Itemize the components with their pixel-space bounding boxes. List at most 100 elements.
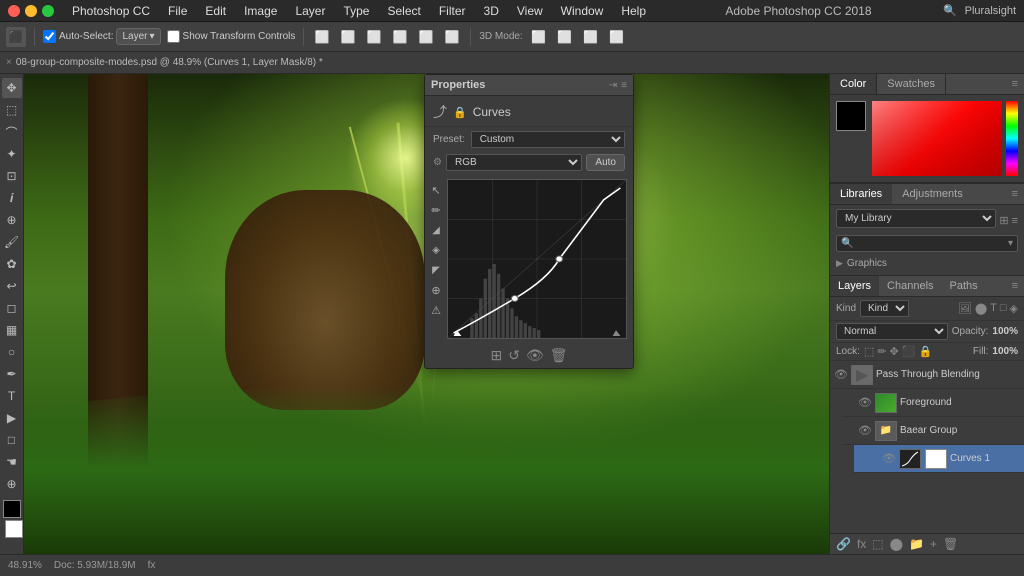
auto-select-checkbox[interactable] — [43, 30, 56, 43]
color-tab[interactable]: Color — [830, 74, 877, 94]
3d-slide-icon[interactable]: ⬜ — [581, 27, 601, 47]
grid-view-icon[interactable]: ⊞ — [999, 214, 1008, 227]
add-adjustment-icon[interactable]: ⬤ — [890, 537, 903, 551]
shape-tool[interactable]: □ — [2, 430, 22, 450]
filter-pixel-icon[interactable]: 🖼 — [958, 302, 972, 315]
search-icon[interactable]: 🔍 — [943, 4, 957, 17]
menu-edit[interactable]: Edit — [197, 2, 234, 20]
eyedropper-tool[interactable]: 𝒊 — [2, 188, 22, 208]
3d-rotate-icon[interactable]: ⬜ — [529, 27, 549, 47]
canvas-area[interactable]: Properties ⇥ ≡ ⤴ 🔒 Curves Preset: Custom… — [24, 74, 829, 554]
layer-eye-icon[interactable]: 👁 — [858, 396, 872, 410]
history-brush-tool[interactable]: ↩ — [2, 276, 22, 296]
background-color[interactable] — [5, 520, 23, 538]
curves-sample-tool[interactable]: ⊕ — [427, 281, 445, 299]
menu-select[interactable]: Select — [379, 2, 428, 20]
align-center-h-icon[interactable]: ⬜ — [338, 27, 358, 47]
dodge-tool[interactable]: ○ — [2, 342, 22, 362]
menu-view[interactable]: View — [509, 2, 551, 20]
hue-bar[interactable] — [1006, 101, 1018, 176]
menu-file[interactable]: File — [160, 2, 195, 20]
align-right-icon[interactable]: ⬜ — [364, 27, 384, 47]
foreground-color[interactable] — [3, 500, 21, 518]
curves-channel-icon[interactable]: ⊞ — [490, 347, 502, 364]
3d-pan-icon[interactable]: ⬜ — [555, 27, 575, 47]
path-select-tool[interactable]: ▶ — [2, 408, 22, 428]
foreground-swatch[interactable] — [836, 101, 866, 131]
align-center-v-icon[interactable]: ⬜ — [416, 27, 436, 47]
color-saturation-field[interactable] — [872, 101, 1002, 176]
tab-close-btn[interactable]: × — [6, 57, 12, 68]
expand-icon[interactable]: ⇥ — [609, 80, 617, 91]
rect-select-tool[interactable]: ⬚ — [2, 100, 22, 120]
3d-scale-icon[interactable]: ⬜ — [607, 27, 627, 47]
curves-canvas[interactable] — [447, 179, 627, 339]
lock-all-icon[interactable]: 🔒 — [918, 345, 932, 358]
filter-type-icon[interactable]: T — [990, 302, 997, 315]
filter-adj-icon[interactable]: ⬤ — [975, 302, 987, 315]
lock-artboard-icon[interactable]: ⬛ — [902, 345, 916, 358]
layers-panel-menu[interactable]: ≡ — [1006, 276, 1024, 296]
layer-item[interactable]: 👁 Foreground — [842, 389, 1024, 417]
curves-reset-icon[interactable]: ↺ — [508, 347, 520, 364]
align-bottom-icon[interactable]: ⬜ — [442, 27, 462, 47]
add-link-icon[interactable]: 🔗 — [836, 537, 851, 551]
layer-dropdown[interactable]: Layer ▾ — [116, 28, 160, 45]
layer-eye-icon[interactable]: 👁 — [834, 368, 848, 382]
menu-help[interactable]: Help — [613, 2, 654, 20]
channel-select[interactable]: RGB Red Green Blue — [446, 154, 582, 171]
blend-mode-select[interactable]: Normal Multiply Screen — [836, 323, 948, 340]
filter-smart-icon[interactable]: ◈ — [1010, 302, 1018, 315]
minimize-button[interactable] — [25, 5, 37, 17]
add-layer-icon[interactable]: + — [930, 537, 937, 551]
auto-select-check[interactable]: Auto-Select: Layer ▾ — [43, 28, 161, 45]
adjustments-tab[interactable]: Adjustments — [892, 184, 973, 204]
swatches-tab[interactable]: Swatches — [877, 74, 946, 94]
layer-fx-icon[interactable]: fx — [857, 537, 866, 551]
lasso-tool[interactable]: ⌒ — [2, 122, 22, 142]
transform-check[interactable]: Show Transform Controls — [167, 30, 296, 43]
hand-tool[interactable]: ☚ — [2, 452, 22, 472]
maximize-button[interactable] — [42, 5, 54, 17]
clone-stamp-tool[interactable]: ✿ — [2, 254, 22, 274]
menu-filter[interactable]: Filter — [431, 2, 474, 20]
list-view-icon[interactable]: ≡ — [1012, 215, 1018, 227]
layer-item[interactable]: 👁 Curves 1 — [854, 445, 1024, 473]
search-input[interactable] — [857, 238, 1004, 249]
menu-layer[interactable]: Layer — [287, 2, 333, 20]
zoom-tool[interactable]: ⊕ — [2, 474, 22, 494]
lock-transparency-icon[interactable]: ⬚ — [864, 345, 874, 358]
delete-layer-icon[interactable]: 🗑 — [943, 537, 958, 551]
libraries-tab[interactable]: Libraries — [830, 184, 892, 204]
healing-brush-tool[interactable]: ⊕ — [2, 210, 22, 230]
curves-delete-icon[interactable]: 🗑 — [550, 347, 568, 364]
auto-button[interactable]: Auto — [586, 154, 625, 171]
menu-3d[interactable]: 3D — [476, 2, 507, 20]
graphics-subsection[interactable]: ▶ Graphics — [836, 256, 1018, 271]
move-tool-btn[interactable]: ⬛ — [6, 27, 26, 47]
curves-pointer-tool[interactable]: ↖ — [427, 181, 445, 199]
curves-graph[interactable] — [447, 179, 627, 339]
layers-tab[interactable]: Layers — [830, 276, 879, 296]
curves-eyedropper-mid[interactable]: ◈ — [427, 241, 445, 259]
color-panel-menu[interactable]: ≡ — [1006, 74, 1024, 94]
menu-photoshop[interactable]: Photoshop CC — [64, 2, 158, 20]
preset-select[interactable]: Custom Default — [471, 131, 625, 148]
eraser-tool[interactable]: ◻ — [2, 298, 22, 318]
library-dropdown[interactable]: My Library — [836, 209, 996, 228]
layer-eye-icon[interactable]: 👁 — [882, 452, 896, 466]
crop-tool[interactable]: ⊡ — [2, 166, 22, 186]
lock-paint-icon[interactable]: ✏ — [877, 345, 886, 358]
kind-select[interactable]: Kind — [860, 300, 909, 317]
gradient-tool[interactable]: ▦ — [2, 320, 22, 340]
align-left-icon[interactable]: ⬜ — [312, 27, 332, 47]
curves-eyedropper-black[interactable]: ◢ — [427, 221, 445, 239]
layer-item[interactable]: 👁 ▶ Pass Through Blending — [830, 361, 1024, 389]
panel-menu-icon[interactable]: ≡ — [621, 80, 627, 91]
paths-tab[interactable]: Paths — [942, 276, 986, 296]
curves-edit-tool[interactable]: ✏ — [427, 201, 445, 219]
layer-item[interactable]: 👁 📁 Baear Group — [842, 417, 1024, 445]
menu-image[interactable]: Image — [236, 2, 285, 20]
transform-checkbox[interactable] — [167, 30, 180, 43]
filter-shape-icon[interactable]: □ — [1000, 302, 1007, 315]
